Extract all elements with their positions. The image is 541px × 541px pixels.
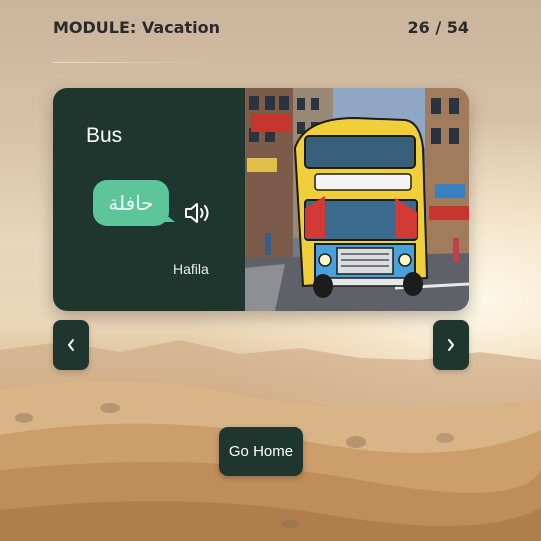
header-divider <box>53 62 223 63</box>
flashcard-image <box>245 88 469 311</box>
module-header: MODULE: Vacation 26 / 54 <box>53 16 469 38</box>
flashcard: Bus حافلة Hafila <box>53 88 469 311</box>
previous-button[interactable] <box>53 320 89 370</box>
transliteration: Hafila <box>173 261 209 277</box>
bus-illustration <box>245 88 469 311</box>
speaker-icon[interactable] <box>183 200 213 226</box>
module-title: MODULE: Vacation <box>53 17 220 37</box>
flashcard-text-panel: Bus حافلة Hafila <box>53 88 245 311</box>
arabic-word-bubble: حافلة <box>93 180 175 226</box>
chevron-left-icon <box>68 339 74 351</box>
english-word: Bus <box>86 124 123 147</box>
go-home-label: Go Home <box>228 443 294 460</box>
progress-counter: 26 / 54 <box>407 17 469 37</box>
arabic-word: حافلة <box>108 191 154 215</box>
chevron-right-icon <box>448 339 454 351</box>
next-button[interactable] <box>433 320 469 370</box>
go-home-button[interactable]: Go Home <box>219 427 303 476</box>
